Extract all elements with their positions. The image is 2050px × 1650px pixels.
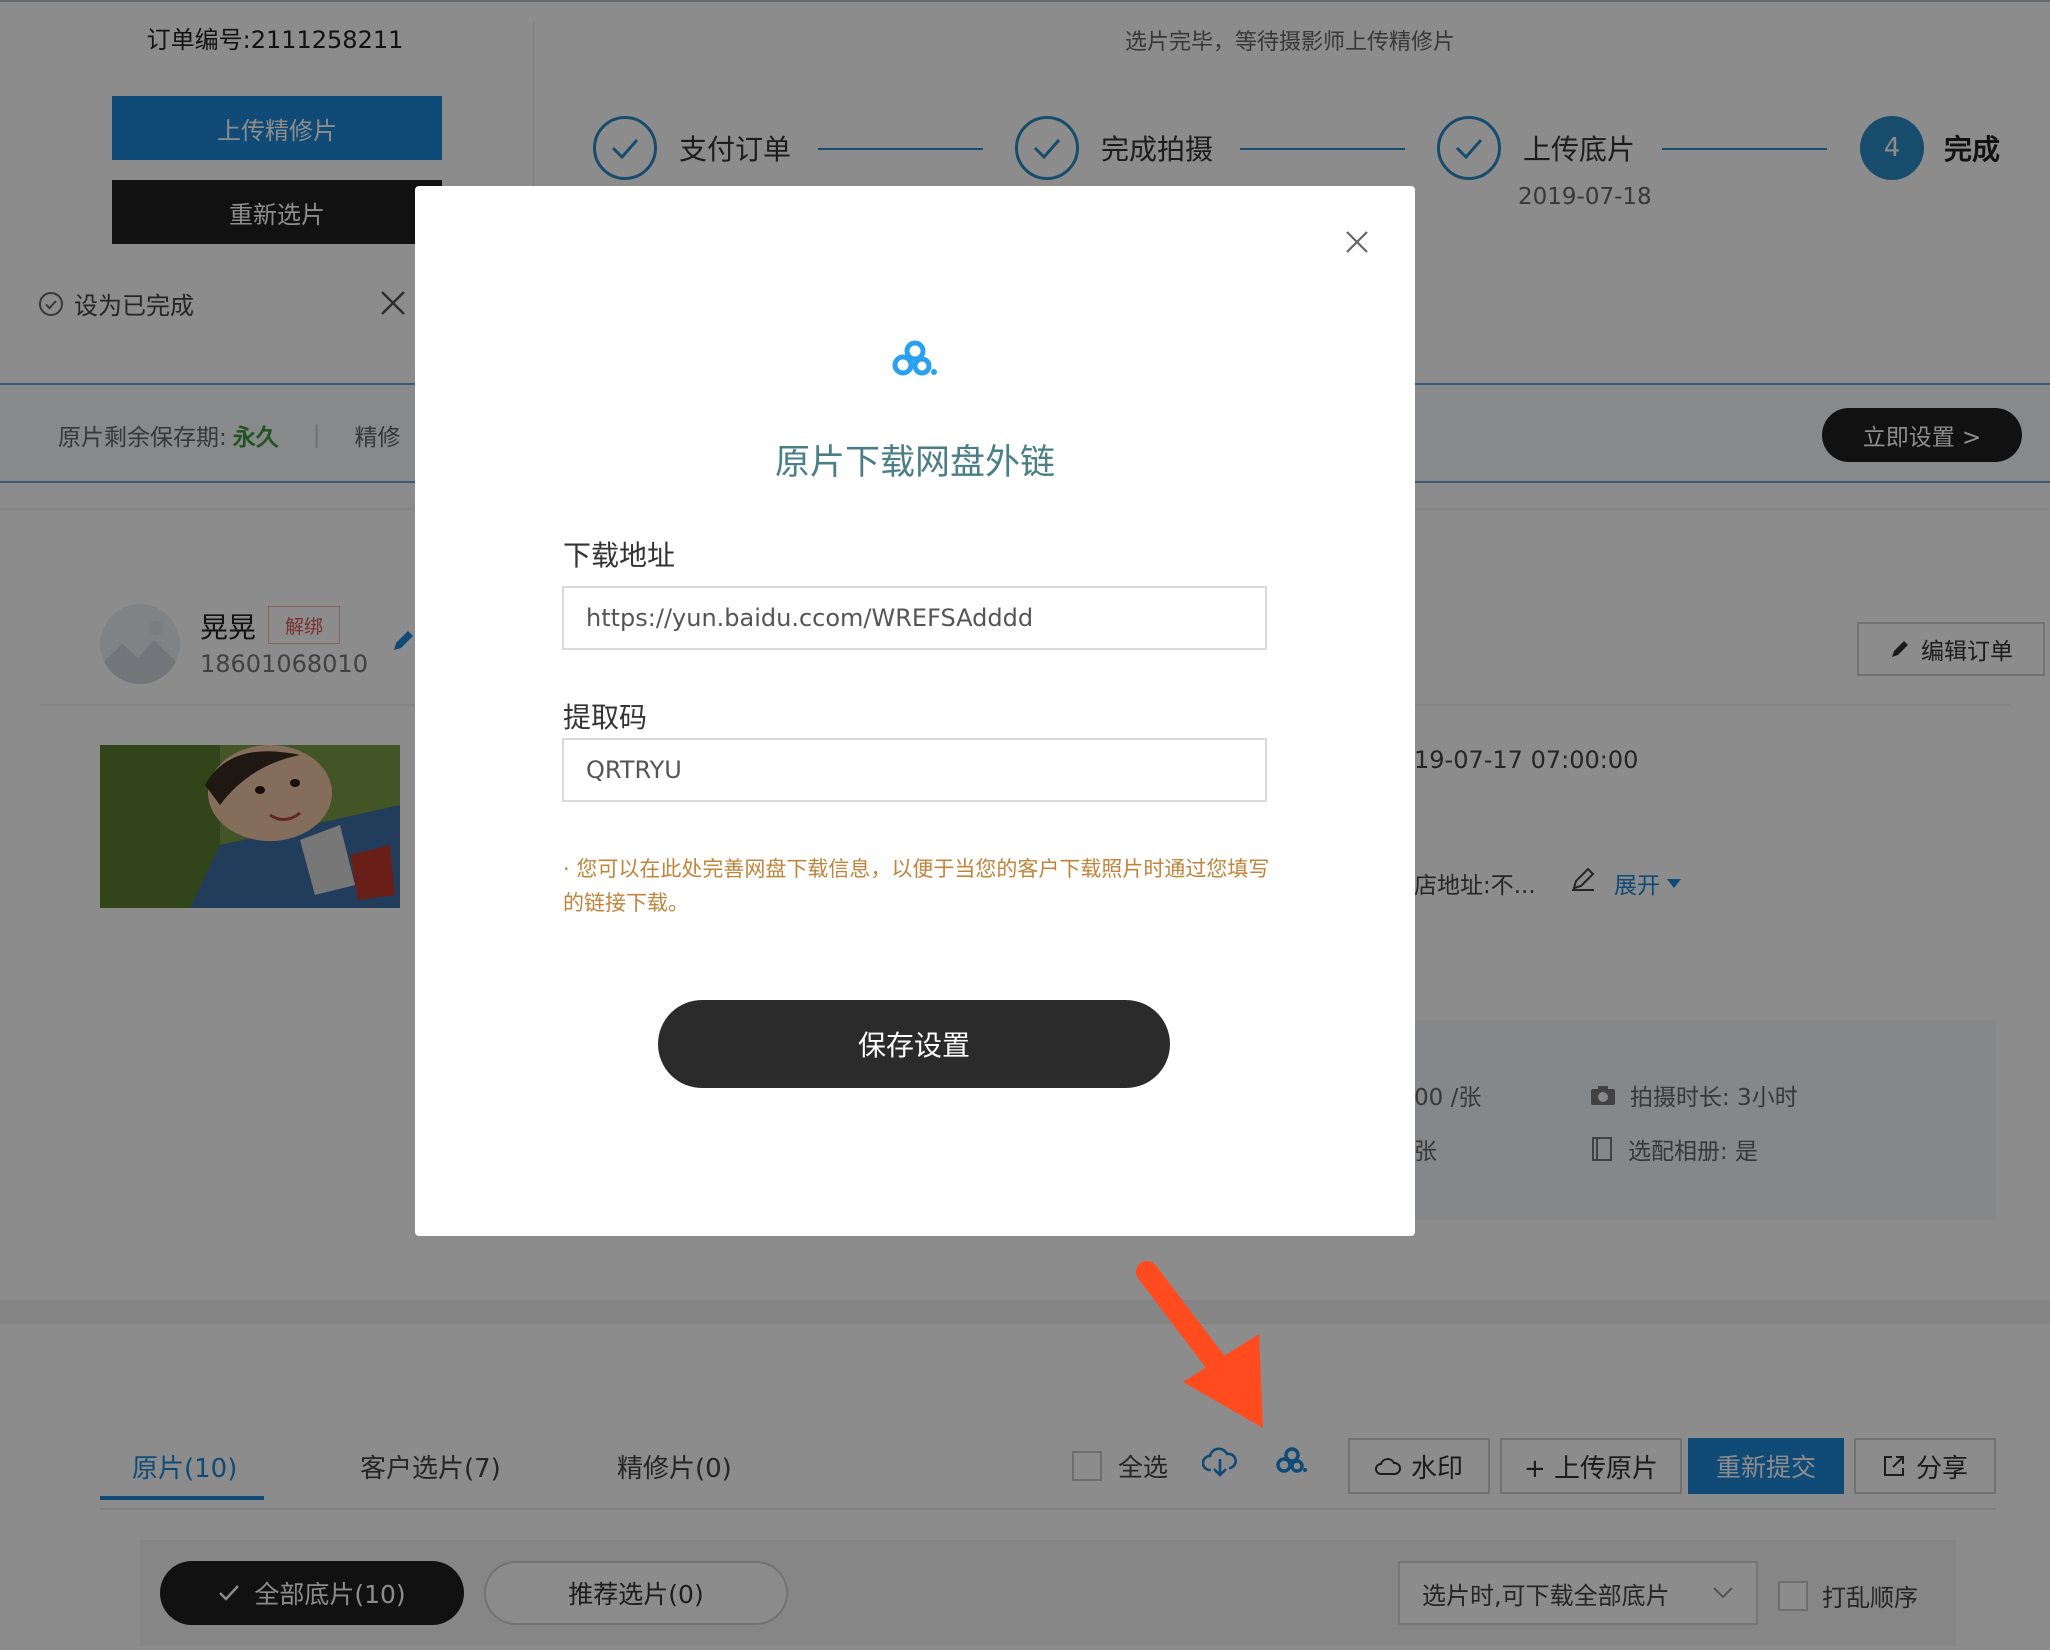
save-settings-button[interactable]: 保存设置: [658, 1000, 1170, 1088]
close-icon[interactable]: [1345, 230, 1369, 254]
netdisk-link-dialog: 原片下载网盘外链 下载地址 https://yun.baidu.ccom/WRE…: [415, 186, 1415, 1236]
baidu-netdisk-icon: [889, 338, 939, 380]
extraction-code-input[interactable]: QRTRYU: [562, 738, 1267, 802]
download-url-label: 下载地址: [563, 539, 676, 572]
annotation-arrow-icon: [1135, 1260, 1285, 1435]
hint-text: · 您可以在此处完善网盘下载信息，以便于当您的客户下载照片时通过您填写的链接下载…: [563, 857, 1270, 915]
dialog-title: 原片下载网盘外链: [774, 443, 1055, 483]
download-url-input[interactable]: https://yun.baidu.ccom/WREFSAdddd: [562, 586, 1267, 650]
extraction-code-label: 提取码: [563, 701, 648, 734]
